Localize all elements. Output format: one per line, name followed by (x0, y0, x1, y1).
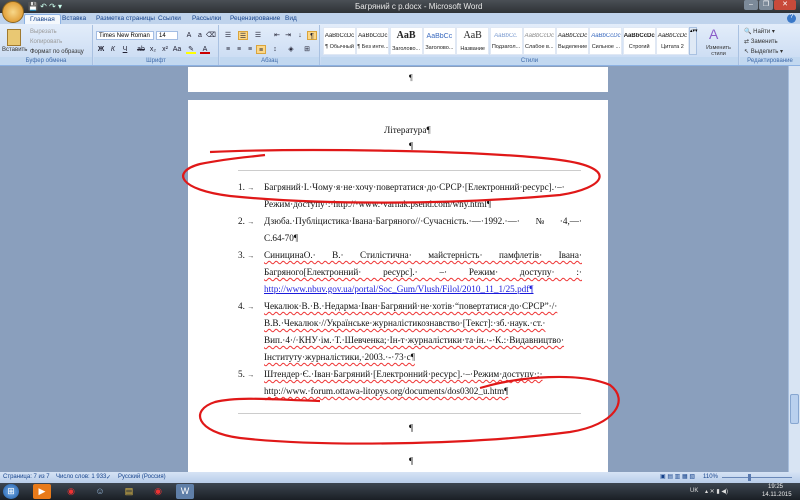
media-player-icon[interactable]: ▶ (33, 484, 51, 499)
scrollbar-thumb[interactable] (790, 394, 799, 424)
chrome-icon[interactable]: ◉ (62, 484, 80, 499)
keyboard-language[interactable]: UK (690, 488, 698, 494)
annotation-ellipse-bottom (198, 375, 620, 445)
tray-icons[interactable]: ▴ ✕ ▮ ◀) (705, 488, 728, 495)
spellcheck-icon[interactable]: ✓ (106, 474, 111, 481)
chrome-icon[interactable]: ◉ (149, 484, 167, 499)
annotation-ellipse-top (182, 148, 601, 204)
zoom-slider-thumb[interactable] (747, 474, 751, 481)
explorer-icon[interactable]: ▤ (120, 484, 138, 499)
word-taskbar-icon[interactable]: W (176, 484, 194, 499)
language[interactable]: Русский (Россия) (118, 474, 166, 480)
start-button[interactable]: ⊞ (3, 484, 19, 499)
taskbar: ⊞ ▶ ◉ ☺ ▤ ◉ W UK ▴ ✕ ▮ ◀) 19:25 14.11.20… (0, 483, 800, 500)
vertical-scrollbar[interactable] (788, 66, 800, 472)
word-count[interactable]: Число слов: 1 933 (56, 474, 106, 480)
zoom-level[interactable]: 110% (703, 474, 718, 480)
status-bar: Страница: 7 из 7 Число слов: 1 933 ✓ Рус… (0, 472, 800, 483)
page-count[interactable]: Страница: 7 из 7 (3, 474, 50, 480)
red-annotations (182, 148, 620, 445)
app-icon[interactable]: ☺ (91, 484, 109, 499)
office-button[interactable] (2, 1, 24, 23)
clock-date[interactable]: 14.11.2015 (762, 492, 792, 498)
view-buttons[interactable]: ▣ ▤ ▥ ▦ ▧ (660, 473, 695, 480)
clock-time[interactable]: 19:25 (768, 484, 783, 490)
zoom-slider[interactable] (722, 477, 792, 478)
